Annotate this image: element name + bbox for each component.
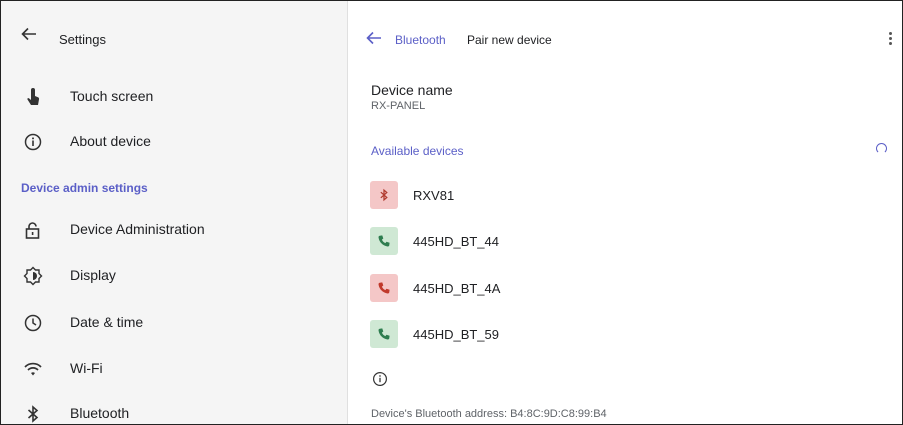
sidebar-item-label: Wi-Fi [70, 360, 103, 376]
sidebar-item-label: About device [70, 133, 151, 149]
breadcrumb-bluetooth-link[interactable]: Bluetooth [395, 33, 446, 47]
clock-icon [24, 314, 42, 332]
more-options-icon[interactable] [887, 31, 893, 49]
device-name: 445HD_BT_59 [413, 327, 499, 342]
display-brightness-icon [23, 266, 43, 286]
pair-device-panel: Bluetooth Pair new device Device name RX… [348, 1, 902, 424]
device-item-445hd-bt-44[interactable]: 445HD_BT_44 [366, 222, 886, 268]
page-title: Pair new device [467, 33, 552, 47]
device-item-445hd-bt-4a[interactable]: 445HD_BT_4A [366, 269, 886, 315]
sidebar-item-touch-screen[interactable]: Touch screen [1, 74, 347, 120]
bluetooth-address-text: Device's Bluetooth address: B4:8C:9D:C8:… [371, 408, 607, 420]
sidebar-item-label: Display [70, 267, 116, 283]
bluetooth-icon [370, 181, 398, 209]
info-icon [373, 372, 387, 386]
wifi-icon [24, 362, 42, 376]
phone-icon [370, 274, 398, 302]
arrow-left-icon[interactable] [366, 31, 382, 45]
sidebar-item-about-device[interactable]: About device [1, 119, 347, 165]
device-name-label: Device name [371, 82, 453, 98]
available-devices-header: Available devices [371, 144, 464, 158]
sidebar-title: Settings [59, 32, 106, 47]
app-window: Settings Touch screen About device Devic… [0, 0, 903, 425]
info-icon [24, 133, 42, 151]
scanning-spinner-icon [876, 143, 887, 154]
device-name-value: RX-PANEL [371, 100, 426, 112]
sidebar-item-bluetooth[interactable]: Bluetooth [1, 391, 347, 424]
sidebar-item-display[interactable]: Display [1, 253, 347, 299]
arrow-left-icon[interactable] [21, 27, 37, 41]
settings-sidebar: Settings Touch screen About device Devic… [1, 1, 348, 424]
device-item-445hd-bt-59[interactable]: 445HD_BT_59 [366, 315, 886, 361]
phone-icon [370, 320, 398, 348]
sidebar-item-label: Device Administration [70, 221, 205, 237]
device-name: 445HD_BT_4A [413, 281, 501, 296]
sidebar-item-device-administration[interactable]: Device Administration [1, 207, 347, 253]
sidebar-item-date-time[interactable]: Date & time [1, 300, 347, 346]
touch-icon [27, 88, 40, 105]
bluetooth-icon [27, 405, 39, 423]
sidebar-item-label: Touch screen [70, 88, 154, 104]
device-name: 445HD_BT_44 [413, 234, 499, 249]
device-name: RXV81 [413, 188, 455, 203]
sidebar-item-label: Date & time [70, 314, 144, 330]
device-item-rxv81[interactable]: RXV81 [366, 176, 886, 222]
lock-open-icon [25, 222, 40, 239]
sidebar-item-wifi[interactable]: Wi-Fi [1, 346, 347, 392]
sidebar-header: Settings [1, 1, 347, 65]
phone-icon [370, 227, 398, 255]
section-header-admin: Device admin settings [21, 181, 148, 195]
sidebar-item-label: Bluetooth [70, 405, 130, 421]
